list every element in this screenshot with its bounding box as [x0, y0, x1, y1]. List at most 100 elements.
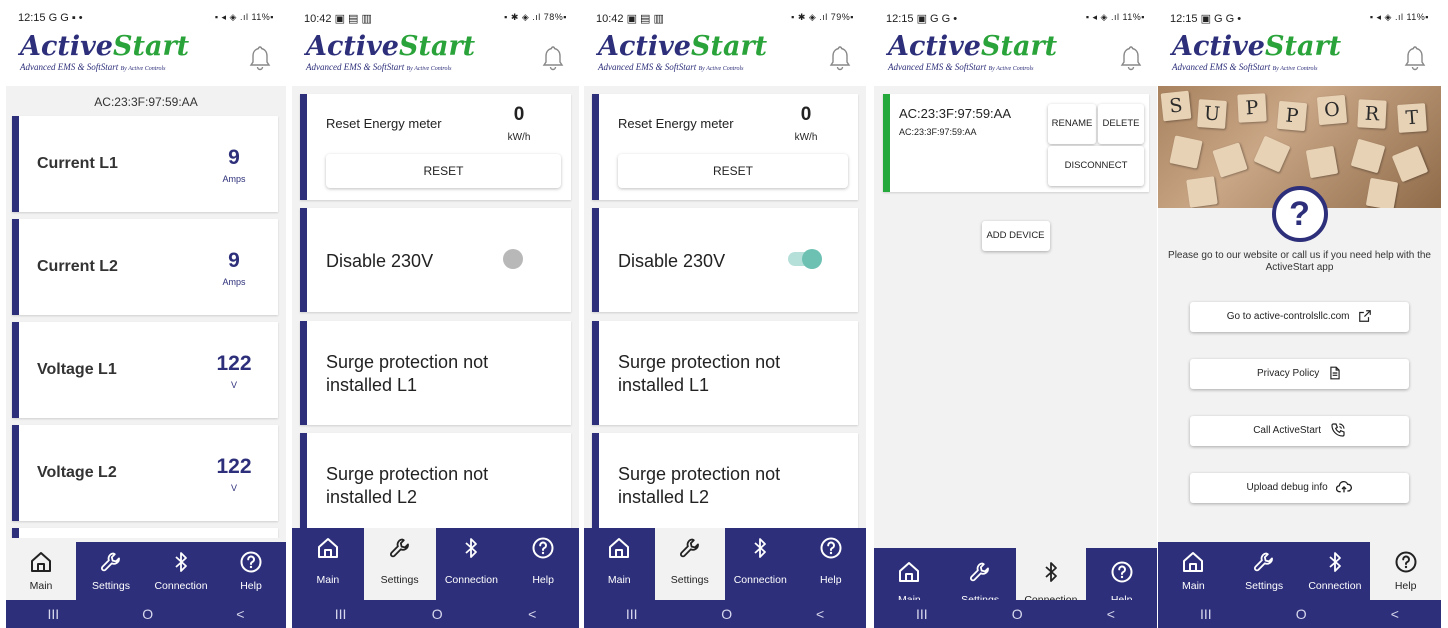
help-icon: [531, 536, 555, 560]
bottom-nav: Main Settings Connection Help: [874, 548, 1157, 606]
status-time: 12:15: [18, 12, 46, 24]
nav-settings[interactable]: Settings: [654, 528, 725, 600]
nav-help[interactable]: Help: [216, 542, 286, 600]
bluetooth-icon: [1039, 560, 1063, 584]
logo-subtitle: Advanced EMS & SoftStart: [1172, 62, 1271, 72]
privacy-policy-button[interactable]: Privacy Policy: [1190, 359, 1409, 389]
cloud-upload-icon: [1336, 481, 1353, 493]
disable-230v-toggle[interactable]: [501, 249, 531, 269]
privacy-policy-label: Privacy Policy: [1256, 368, 1320, 379]
website-button[interactable]: Go to active-controlsllc.com: [1190, 302, 1409, 332]
bottom-nav: Main Settings Connection Help: [584, 528, 866, 600]
status-time: 12:15: [886, 13, 914, 25]
back-button[interactable]: <: [528, 606, 536, 622]
nav-connection[interactable]: Connection: [436, 528, 508, 600]
nav-label: Settings: [1245, 580, 1284, 592]
add-device-button[interactable]: ADD DEVICE: [981, 221, 1050, 251]
rename-button[interactable]: RENAME: [1048, 104, 1096, 144]
recents-button[interactable]: III: [1200, 606, 1212, 622]
nav-label: Main: [316, 574, 340, 586]
back-button[interactable]: <: [816, 606, 824, 622]
nav-label: Help: [240, 580, 262, 592]
back-button[interactable]: <: [1391, 606, 1399, 622]
settings-content: Reset Energy meter 0 kW/h RESET Disable …: [584, 86, 866, 528]
hero-tile: [1169, 135, 1203, 169]
phone-call-icon: [1331, 423, 1345, 437]
surge-l2-label: Surge protection not installed L2: [618, 464, 781, 507]
reset-button[interactable]: RESET: [618, 154, 848, 188]
surge-l1-label: Surge protection not installed L1: [326, 352, 489, 395]
app-logo: ActiveStart Advanced EMS & SoftStart By …: [888, 32, 1057, 73]
logo-by: By Active Controls: [988, 66, 1034, 72]
disable-230v-toggle[interactable]: [788, 249, 822, 269]
recents-button[interactable]: III: [335, 606, 347, 622]
nav-main[interactable]: Main: [584, 528, 655, 600]
nav-main[interactable]: Main: [6, 542, 76, 600]
device-mac: AC:23:3F:97:59:AA: [899, 127, 977, 137]
toggle-knob: [503, 249, 523, 269]
bottom-nav: Main Settings Connection Help: [6, 542, 286, 600]
app-logo: ActiveStart Advanced EMS & SoftStart By …: [306, 32, 475, 73]
nav-main[interactable]: Main: [1158, 542, 1229, 600]
reset-button[interactable]: RESET: [326, 154, 561, 188]
nav-connection[interactable]: Connection: [146, 542, 216, 600]
screen-settings-off: 10:42 ▣ ▤ ▥ ▪ ✱ ◈ .ıl 78%▪ ActiveStart A…: [292, 0, 579, 628]
bell-icon[interactable]: [1119, 44, 1143, 72]
nav-help[interactable]: Help: [1086, 548, 1157, 606]
bell-icon[interactable]: [541, 44, 565, 72]
card-value: 122: [216, 455, 252, 478]
status-time: 10:42: [304, 13, 332, 25]
app-header: ActiveStart Advanced EMS & SoftStart By …: [584, 30, 866, 86]
energy-value: 0: [800, 104, 812, 125]
home-button[interactable]: O: [1296, 606, 1307, 622]
back-button[interactable]: <: [1107, 606, 1115, 622]
status-bar: 12:15 ▣ G G • ▪ ◂ ◈ .ıl 11%▪: [1158, 0, 1441, 30]
nav-settings[interactable]: Settings: [76, 542, 146, 600]
app-header: ActiveStart Advanced EMS & SoftStart By …: [1158, 30, 1441, 86]
energy-unit: kW/h: [507, 132, 531, 143]
nav-help[interactable]: Help: [796, 528, 867, 600]
system-nav-bar: III O <: [6, 600, 286, 628]
card-current-l2: Current L2 9 Amps: [12, 219, 278, 315]
nav-main[interactable]: Main: [874, 548, 945, 606]
status-icons: ▣ G G •: [1200, 13, 1242, 25]
card-voltage-l2: Voltage L2 122 V: [12, 425, 278, 521]
bell-icon[interactable]: [1403, 44, 1427, 72]
call-button[interactable]: Call ActiveStart: [1190, 416, 1409, 446]
nav-settings[interactable]: Settings: [363, 528, 436, 600]
website-button-label: Go to active-controlsllc.com: [1226, 311, 1350, 322]
app-logo: ActiveStart Advanced EMS & SoftStart By …: [1172, 32, 1341, 73]
surge-l2-card: Surge protection not installed L2: [592, 433, 858, 528]
recents-button[interactable]: III: [48, 606, 60, 622]
home-button[interactable]: O: [142, 606, 153, 622]
delete-button[interactable]: DELETE: [1098, 104, 1144, 144]
status-time: 10:42: [596, 13, 624, 25]
home-button[interactable]: O: [432, 606, 443, 622]
bell-icon[interactable]: [248, 44, 272, 72]
nav-label: Help: [819, 574, 842, 586]
bluetooth-icon: [459, 536, 483, 560]
recents-button[interactable]: III: [916, 606, 928, 622]
nav-settings[interactable]: Settings: [1229, 542, 1300, 600]
nav-main[interactable]: Main: [292, 528, 364, 600]
home-button[interactable]: O: [721, 606, 732, 622]
logo-subtitle: Advanced EMS & SoftStart: [20, 62, 119, 72]
logo-word-start: Start: [690, 31, 768, 62]
nav-settings[interactable]: Settings: [945, 548, 1016, 606]
nav-help[interactable]: Help: [1370, 542, 1441, 600]
surge-l2-label: Surge protection not installed L2: [326, 464, 489, 507]
disconnect-button[interactable]: DISCONNECT: [1048, 146, 1144, 186]
bell-icon[interactable]: [828, 44, 852, 72]
logo-by: By Active Controls: [698, 66, 744, 72]
nav-connection[interactable]: Connection: [1015, 548, 1087, 606]
nav-connection[interactable]: Connection: [1300, 542, 1371, 600]
upload-debug-button[interactable]: Upload debug info: [1190, 473, 1409, 503]
recents-button[interactable]: III: [626, 606, 638, 622]
help-circle-icon: ?: [1271, 186, 1328, 242]
nav-help[interactable]: Help: [507, 528, 579, 600]
disable-230v-label: Disable 230V: [326, 251, 434, 271]
home-button[interactable]: O: [1012, 606, 1023, 622]
nav-connection[interactable]: Connection: [725, 528, 796, 600]
back-button[interactable]: <: [236, 606, 244, 622]
card-label: Voltage L2: [37, 464, 117, 481]
